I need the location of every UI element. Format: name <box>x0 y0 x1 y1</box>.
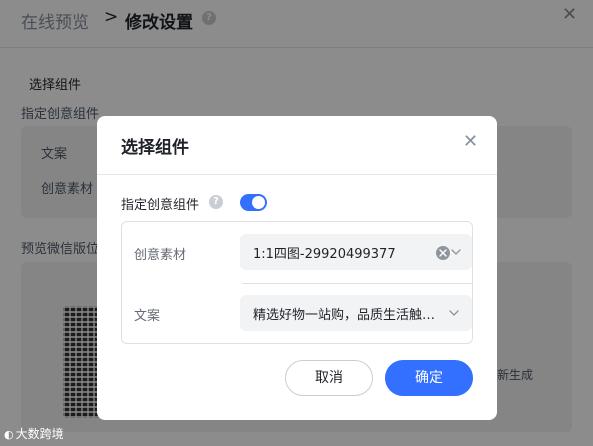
chevron-down-icon <box>449 310 459 316</box>
confirm-button[interactable]: 确定 <box>385 360 473 396</box>
watermark: ◐ 大数跨境 <box>4 425 64 442</box>
select-value: 1:1四图-29920499377 <box>253 247 396 262</box>
field-divider <box>242 283 472 284</box>
toggle-knob <box>252 196 265 209</box>
creative-material-select[interactable]: 1:1四图-29920499377 <box>240 234 472 270</box>
cancel-button[interactable]: 取消 <box>285 360 373 396</box>
clear-icon[interactable] <box>436 246 450 260</box>
field-label-copy: 文案 <box>134 309 161 324</box>
help-icon[interactable]: ? <box>209 195 223 209</box>
dialog-header-divider <box>97 174 497 175</box>
select-components-dialog: 选择组件 ✕ 指定创意组件 ? 创意素材 1:1四图-29920499377 文… <box>97 116 497 420</box>
assign-components-toggle[interactable] <box>240 194 267 211</box>
assign-components-label: 指定创意组件 <box>121 198 200 213</box>
component-fields-box: 创意素材 1:1四图-29920499377 文案 精选好物一站购，品质生活触手… <box>121 221 473 344</box>
chevron-down-icon <box>451 249 461 255</box>
close-icon[interactable]: ✕ <box>463 131 478 152</box>
watermark-logo-icon: ◐ <box>4 428 14 441</box>
copy-select[interactable]: 精选好物一站购，品质生活触手可及 <box>240 295 472 331</box>
watermark-text: 大数跨境 <box>15 427 64 441</box>
select-value: 精选好物一站购，品质生活触手可及 <box>253 308 448 323</box>
dialog-title: 选择组件 <box>121 138 189 158</box>
field-label-creative-material: 创意素材 <box>134 248 187 263</box>
